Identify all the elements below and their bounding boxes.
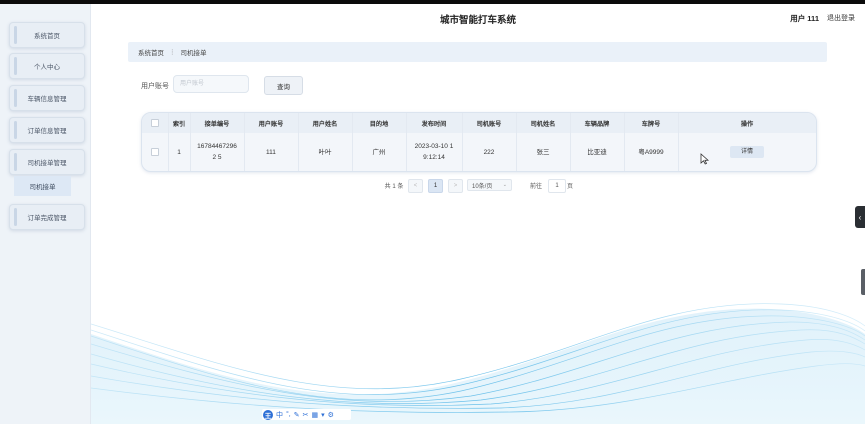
query-button[interactable]: 查询: [264, 76, 303, 95]
select-all-checkbox[interactable]: [142, 113, 168, 133]
column-header: 用户姓名: [312, 120, 338, 128]
page-1-button[interactable]: 1: [428, 179, 443, 193]
app-window: 系统首页 个人中心 车辆信息管理 订单信息管理 司机接单管理 司机接单 订单完成…: [0, 4, 865, 424]
wave-background: [91, 303, 865, 424]
logout-button[interactable]: 退出登录: [827, 13, 855, 23]
pagination: 共 1 条 < 1 > 10条/页 ⌄ 前往 1 页: [91, 179, 865, 193]
column-divider: [352, 113, 353, 171]
gear-icon[interactable]: ⚙: [328, 411, 334, 419]
cell-destination: 广州: [372, 148, 386, 156]
column-header: 接单编号: [204, 120, 230, 128]
chevron-down-icon: ⌄: [502, 182, 507, 188]
sidebar-item-order-complete-management[interactable]: 订单完成管理: [9, 204, 85, 230]
column-header: 司机姓名: [530, 120, 556, 128]
breadcrumb-current: 司机接单: [180, 50, 207, 57]
page-title: 城市智能打车系统: [439, 15, 516, 26]
sidebar-item-label: 系统首页: [34, 33, 60, 40]
ime-toolbar: 王 中 °, ✎ ✂ ▦ ▾ ⚙: [262, 409, 351, 420]
goto-label: 前往: [529, 183, 542, 190]
cell-publish-time: 2023-03-10 1 9:12:14: [414, 143, 454, 161]
cell-plate: 粤A9999: [638, 148, 664, 156]
sidebar-item-label: 订单完成管理: [27, 215, 67, 222]
prev-page-button[interactable]: <: [408, 179, 423, 193]
sidebar-subitem-label: 司机接单: [29, 184, 56, 191]
mouse-cursor-icon: [700, 153, 710, 165]
main-content: 城市智能打车系统 用户 111 退出登录 系统首页 ⋮ 司机接单 用户账号 查询…: [91, 4, 865, 424]
punctuation-icon[interactable]: °,: [286, 411, 291, 418]
column-header: 目的地: [369, 120, 389, 128]
side-panel-toggle[interactable]: ‹: [855, 206, 865, 228]
breadcrumb-home[interactable]: 系统首页: [138, 47, 164, 57]
row-checkbox[interactable]: [142, 133, 168, 171]
cell-driver-name: 张三: [536, 148, 550, 156]
column-divider: [570, 113, 571, 171]
keyboard-icon[interactable]: ▦: [312, 411, 319, 419]
sidebar-item-order-management[interactable]: 订单信息管理: [9, 117, 85, 143]
next-page-button[interactable]: >: [448, 179, 463, 193]
column-divider: [624, 113, 625, 171]
user-label: 用户 111: [790, 14, 819, 23]
cell-action: 详情: [678, 133, 816, 171]
search-label: 用户账号: [141, 83, 169, 90]
page-size-select[interactable]: 10条/页 ⌄: [467, 179, 512, 191]
column-header: 操作: [740, 120, 754, 128]
breadcrumb: 系统首页 ⋮ 司机接单: [128, 42, 827, 62]
sidebar-item-home[interactable]: 系统首页: [9, 22, 85, 48]
page-suffix: 页: [566, 183, 573, 190]
sidebar-item-label: 司机接单管理: [27, 160, 67, 167]
cell-order-no: 167844672962 5: [197, 143, 237, 161]
ime-mode-toggle[interactable]: 中: [276, 410, 283, 420]
column-header: 用户账号: [258, 120, 284, 128]
ime-logo[interactable]: 王: [263, 409, 273, 420]
column-divider: [462, 113, 463, 171]
cell-index: 1: [177, 148, 181, 156]
cell-car-brand: 比亚迪: [587, 148, 607, 156]
pagination-total: 共 1 条: [384, 183, 404, 190]
column-header: 司机账号: [476, 120, 502, 128]
header: 城市智能打车系统 用户 111 退出登录: [91, 4, 865, 32]
cell-user-name: 叶叶: [318, 148, 332, 156]
sidebar-item-personal-center[interactable]: 个人中心: [9, 53, 85, 79]
column-header: 发布时间: [421, 120, 447, 128]
chevron-left-icon: ‹: [858, 212, 862, 222]
tools-icon[interactable]: ✂: [303, 411, 309, 419]
data-table: 索引 接单编号 用户账号 用户姓名 目的地 发布时间 司机账号 司机姓名 车辆品…: [141, 112, 817, 172]
sidebar: 系统首页 个人中心 车辆信息管理 订单信息管理 司机接单管理 司机接单 订单完成…: [0, 4, 91, 424]
breadcrumb-separator: ⋮: [169, 49, 176, 56]
column-divider: [244, 113, 245, 171]
goto-page-input[interactable]: 1: [548, 179, 566, 193]
page-size-value: 10条/页: [472, 183, 493, 190]
sidebar-item-label: 车辆信息管理: [27, 96, 67, 103]
detail-button[interactable]: 详情: [730, 146, 764, 158]
column-divider: [298, 113, 299, 171]
column-divider: [168, 113, 169, 171]
column-divider: [678, 113, 679, 171]
column-divider: [190, 113, 191, 171]
column-divider: [516, 113, 517, 171]
column-header: 索引: [172, 120, 186, 128]
column-header: 车辆品牌: [584, 120, 610, 128]
cell-driver-account: 222: [483, 148, 495, 156]
sidebar-item-vehicle-management[interactable]: 车辆信息管理: [9, 85, 85, 111]
cell-user-account: 111: [266, 148, 276, 156]
sidebar-item-driver-order-management[interactable]: 司机接单管理: [9, 149, 85, 175]
scroll-handle[interactable]: [861, 269, 865, 295]
pen-icon[interactable]: ✎: [294, 411, 300, 419]
shirt-icon[interactable]: ▾: [321, 411, 325, 419]
column-divider: [406, 113, 407, 171]
sidebar-item-label: 个人中心: [34, 64, 60, 71]
sidebar-subitem-driver-order[interactable]: 司机接单: [14, 176, 71, 196]
column-header: 车牌号: [641, 120, 661, 128]
search-input[interactable]: [173, 75, 249, 93]
sidebar-item-label: 订单信息管理: [27, 128, 67, 135]
